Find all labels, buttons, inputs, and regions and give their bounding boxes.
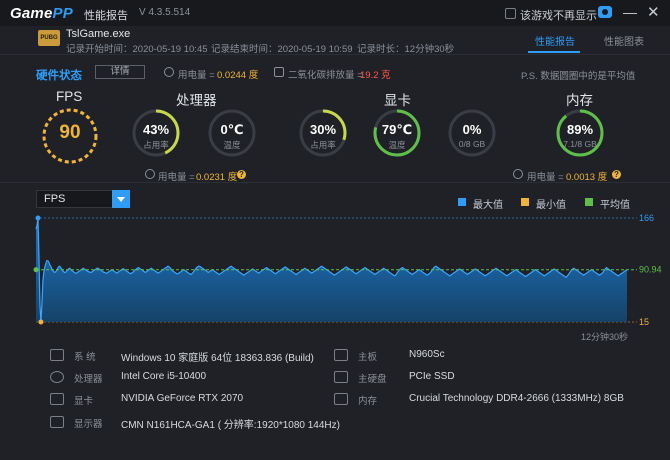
chart-duration-label: 12分钟30秒 [581,332,629,342]
sys-disk-value: PCIe SSD [409,371,455,382]
cpu-usage-value: 43% [142,122,170,137]
sys-board-value: N960Sc [409,349,445,360]
gpu-temp-label: 温度 [388,140,406,150]
sys-board-label: 主板 [358,352,378,363]
record-start-time: 记录开始时间：2020-05-19 10:45 [66,44,208,55]
record-end-time: 记录结束时间：2020-05-19 10:59 [211,44,353,55]
memory-icon [334,393,348,405]
legend-avg-label: 平均值 [600,200,630,211]
legend-min-label: 最小值 [536,200,566,211]
y-tick-min: 15 [639,317,649,327]
memory-power-label: 用电量 = [527,172,564,183]
app-logo: GamePP [10,5,73,22]
cpu-power-icon [145,169,155,179]
sys-gpu-value: NVIDIA GeForce RTX 2070 [121,393,244,404]
record-duration: 记录时长：12分钟30秒 [357,44,455,55]
sys-display-value: CMN N161HCA-GA1 ( 分辨率:1920*1080 144Hz) [121,420,340,431]
min-marker [38,319,44,325]
hide-game-checkbox[interactable] [505,8,516,19]
tab-performance-report[interactable]: 性能报告 [535,33,575,48]
minimize-button[interactable]: — [623,4,637,20]
sys-cpu-label: 处理器 [74,374,103,385]
gpu-usage-value: 30% [309,122,337,137]
co2-label: 二氧化碳排放量 = [288,70,363,81]
co2-value: 19.2 克 [360,70,391,81]
camera-icon[interactable] [598,6,612,18]
close-button[interactable]: ✕ [647,3,660,21]
cpu-power-label: 用电量 = [158,172,195,183]
memory-power-help-icon[interactable]: ? [612,170,621,179]
display-icon [50,416,64,428]
cpu-temp-label: 温度 [223,140,241,150]
legend-max-swatch [458,198,466,206]
sys-gpu-label: 显卡 [74,396,94,407]
divider [0,182,670,183]
active-tab-indicator [528,51,580,53]
memory-usage-value: 89% [566,122,594,137]
memory-power-icon [513,169,523,179]
fps-chart: 166 90.94 15 [33,213,662,327]
cpu-section-title: 处理器 [176,93,217,108]
gpu-memory-value: 0% [462,122,482,137]
version-label: V 4.3.5.514 [139,7,191,18]
avg-marker [33,267,39,273]
legend-max-label: 最大值 [473,200,503,211]
window-title: 性能报告 [84,10,128,22]
power-value: 0.0244 度 [217,70,259,81]
max-marker [35,215,41,221]
divider [0,54,670,55]
sys-os-value: Windows 10 家庭版 64位 18363.836 (Build) [121,353,314,364]
game-icon: PUBG [38,30,60,46]
chip-icon [50,371,64,383]
sys-disk-label: 主硬盘 [358,374,387,385]
chevron-down-icon[interactable] [112,190,130,208]
motherboard-icon [334,349,348,361]
sys-display-label: 显示器 [74,419,103,430]
sys-memory-value: Crucial Technology DDR4-2666 (1333MHz) 8… [409,393,624,404]
gpu-memory-label: 0/8 GB [458,139,486,149]
tab-performance-chart[interactable]: 性能图表 [604,33,644,48]
gpu-section-title: 显卡 [384,93,411,108]
hide-game-label[interactable]: 该游戏不再显示 [520,7,597,23]
y-tick-avg: 90.94 [639,265,662,275]
sys-memory-label: 内存 [358,396,378,407]
gpu-temp-value: 79℃ [381,122,413,137]
monitor-icon [50,349,64,361]
power-label: 用电量 = [178,70,215,81]
fps-average-value: 90 [59,122,81,143]
memory-section-title: 内存 [566,93,593,108]
power-icon [164,67,174,77]
disk-icon [334,371,348,383]
ps-note: P.S. 数据圆圈中的是平均值 [521,71,636,82]
game-name: TslGame.exe [66,28,131,40]
memory-power-value: 0.0013 度 [566,172,608,183]
cpu-usage-label: 占用率 [143,140,169,150]
fps-section-title: FPS [56,89,83,104]
cpu-power-value: 0.0231 度 [196,172,238,183]
sys-os-label: 系 统 [74,352,96,363]
gpu-icon [50,393,64,405]
metric-select-value: FPS [44,193,66,205]
y-tick-max: 166 [639,213,654,223]
legend-avg-swatch [585,198,593,206]
gpu-usage-label: 占用率 [310,140,336,150]
hardware-status-title: 硬件状态 [36,70,82,82]
sys-cpu-value: Intel Core i5-10400 [121,371,207,382]
co2-icon [274,67,284,77]
memory-usage-label: 7.1/8 GB [563,139,597,149]
legend-min-swatch [521,198,529,206]
cpu-power-help-icon[interactable]: ? [237,170,246,179]
detail-button[interactable]: 详情 [95,65,145,79]
cpu-temp-value: 0℃ [220,122,244,137]
